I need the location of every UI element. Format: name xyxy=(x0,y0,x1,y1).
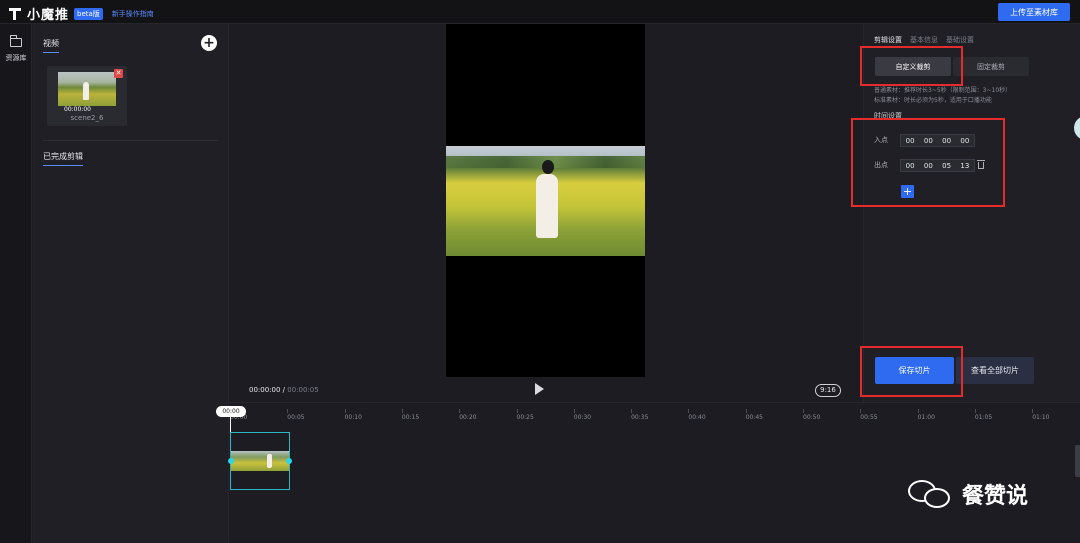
tab-video[interactable]: 视频 xyxy=(43,38,59,53)
panel-edge-handle[interactable] xyxy=(1074,116,1080,140)
wechat-icon xyxy=(908,478,956,510)
timeline-clip-thumbnail xyxy=(231,451,289,471)
current-time: 00:00:00 xyxy=(249,386,281,394)
side-rail: 资源库 xyxy=(0,24,32,543)
library-panel: 视频 + 00:00:00 ✕ scene2_6 已完成剪辑 xyxy=(33,24,229,543)
aspect-ratio-button[interactable]: 9:16 xyxy=(815,384,841,397)
watermark-text: 餐赞说 xyxy=(962,484,1029,509)
upload-to-library-button[interactable]: 上传至素材库 xyxy=(998,3,1070,21)
clip-start-handle[interactable] xyxy=(228,458,234,464)
clip-name: scene2_6 xyxy=(70,114,104,122)
highlight-box-crop-mode xyxy=(860,46,963,86)
rail-label-library: 资源库 xyxy=(5,54,27,62)
clip-duration: 00:00:00 xyxy=(64,106,91,113)
app-logo[interactable]: 小魔推 beta版 新手操作指南 xyxy=(8,4,154,23)
timeline-tick: 00:25 xyxy=(516,409,534,421)
timeline-tick: 00:30 xyxy=(573,409,592,421)
guide-link[interactable]: 新手操作指南 xyxy=(112,9,154,19)
tab-edit-settings[interactable]: 剪辑设置 xyxy=(874,35,902,45)
highlight-box-save xyxy=(860,346,963,397)
logo-text: 小魔推 xyxy=(27,8,70,23)
timeline-tick: 00:55 xyxy=(860,409,878,421)
timeline-clip[interactable] xyxy=(228,432,292,490)
top-bar: 小魔推 beta版 新手操作指南 上传至素材库 xyxy=(0,0,1080,24)
timeline-tick: 00:45 xyxy=(745,409,763,421)
tab-basic-info[interactable]: 基本信息 xyxy=(910,35,938,45)
wechat-bubble-small xyxy=(924,488,950,508)
duration-notes: 普通素材：推荐时长3~5秒（限制范围：3~10秒） 标准素材：时长必须为5秒，适… xyxy=(874,86,1011,106)
timeline-clip-figure xyxy=(267,454,272,468)
video-preview[interactable] xyxy=(446,24,645,377)
video-figure-head xyxy=(542,160,554,174)
tab-base-settings[interactable]: 基础设置 xyxy=(946,35,974,45)
playhead-time[interactable]: 00:00 xyxy=(216,406,246,417)
video-figure-body xyxy=(536,174,558,238)
video-frame xyxy=(446,146,645,256)
timeline-tick: 00:15 xyxy=(401,409,420,421)
video-clip-card[interactable]: 00:00:00 ✕ scene2_6 xyxy=(47,66,127,126)
timeline-ruler[interactable]: 00:00 00:05 00:10 00:15 00:20 00:25 00:30 00:35… xyxy=(230,403,1080,425)
highlight-box-time-settings xyxy=(851,118,1005,207)
add-video-button[interactable]: + xyxy=(201,35,217,51)
delete-clip-icon[interactable]: ✕ xyxy=(114,69,123,78)
settings-tabs: 剪辑设置 基本信息 基础设置 xyxy=(874,35,974,45)
playback-time: 00:00:00 / 00:00:05 xyxy=(249,386,319,394)
note-normal: 普通素材：推荐时长3~5秒（限制范围：3~10秒） xyxy=(874,87,1012,94)
watermark: 餐赞说 xyxy=(908,478,1028,510)
timeline-tick: 00:50 xyxy=(803,409,821,421)
play-icon[interactable] xyxy=(535,383,544,395)
view-all-slices-button[interactable]: 查看全部切片 xyxy=(956,357,1034,384)
timeline-tick: 01:00 xyxy=(917,409,935,421)
preview-stage: 00:00:00 / 00:00:05 9:16 xyxy=(230,24,862,402)
clip-thumbnail: 00:00:00 xyxy=(58,72,116,113)
folder-icon xyxy=(9,35,22,47)
tab-completed-edits[interactable]: 已完成剪辑 xyxy=(43,151,83,166)
clip-thumbnail-figure xyxy=(83,82,89,100)
total-time: 00:00:05 xyxy=(287,386,319,394)
timeline-tick: 00:40 xyxy=(688,409,706,421)
beta-badge: beta版 xyxy=(74,7,103,20)
timeline-scroll-handle[interactable] xyxy=(1075,445,1080,477)
fixed-crop-button[interactable]: 固定裁剪 xyxy=(953,57,1029,76)
divider xyxy=(43,140,219,141)
clip-end-handle[interactable] xyxy=(286,458,292,464)
rail-item-library[interactable]: 资源库 xyxy=(0,32,32,63)
timeline-tick: 00:20 xyxy=(459,409,477,421)
note-standard: 标准素材：时长必须为5秒，适用于口播功能 xyxy=(874,97,992,104)
timeline-tick: 01:10 xyxy=(1032,409,1050,421)
logo-icon xyxy=(8,7,22,21)
timeline-tick: 00:05 xyxy=(287,409,305,421)
timeline-tick: 01:05 xyxy=(974,409,993,421)
timeline-tick: 00:10 xyxy=(344,409,362,421)
timeline-tick: 00:35 xyxy=(631,409,649,421)
timeline[interactable]: 00:00 00:05 00:10 00:15 00:20 00:25 00:30 00:35… xyxy=(216,402,1080,543)
